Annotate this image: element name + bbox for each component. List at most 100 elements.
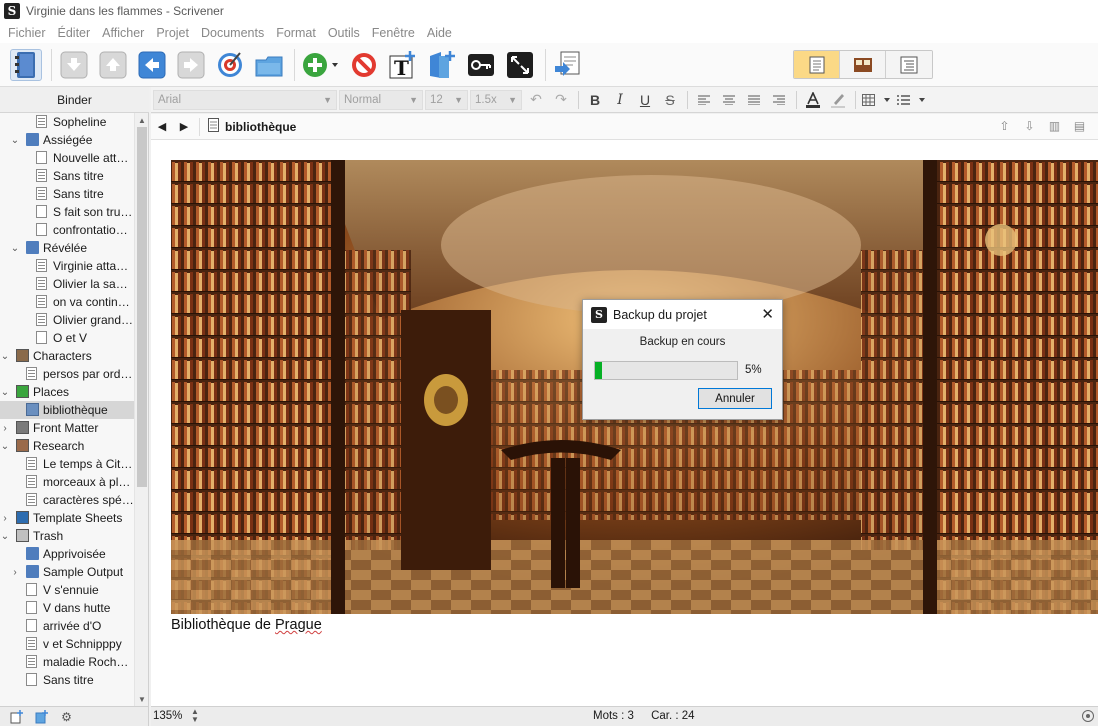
binder-item[interactable]: ⌄ Assiégée <box>0 131 134 149</box>
undo-button[interactable]: ↶ <box>524 90 548 110</box>
binder-item[interactable]: on va continue... <box>0 293 134 311</box>
chevron-down-icon[interactable]: ⌄ <box>10 135 20 146</box>
new-folder-button[interactable] <box>426 49 458 81</box>
zoom-level[interactable]: 135% <box>153 710 182 722</box>
binder-item[interactable]: ⌄ Trash <box>0 527 134 545</box>
document-view-button[interactable] <box>794 51 840 78</box>
menu-format[interactable]: Format <box>270 26 322 40</box>
binder-scrollbar[interactable]: ▲ ▼ <box>134 113 148 706</box>
binder-item[interactable]: Le temps à Citara <box>0 455 134 473</box>
bold-button[interactable]: B <box>583 90 607 110</box>
redo-button[interactable]: ↷ <box>549 90 573 110</box>
font-size-select[interactable]: 12 ▼ <box>425 89 468 110</box>
close-icon[interactable]: ✕ <box>761 305 774 323</box>
scroll-up-icon[interactable]: ▲ <box>135 113 148 127</box>
menu-aide[interactable]: Aide <box>421 26 458 40</box>
line-spacing-select[interactable]: 1.5x ▼ <box>470 89 522 110</box>
previous-document-icon[interactable]: ⇧ <box>992 119 1017 133</box>
binder-item[interactable]: Apprivoisée <box>0 545 134 563</box>
menu-afficher[interactable]: Afficher <box>96 26 150 40</box>
new-text-button[interactable]: T <box>387 49 419 81</box>
binder-item[interactable]: Nouvelle attaq... <box>0 149 134 167</box>
binder-item[interactable]: Sans titre <box>0 185 134 203</box>
add-folder-icon[interactable] <box>29 709 54 725</box>
binder-item[interactable]: ⌄ Révélée <box>0 239 134 257</box>
binder-item[interactable]: O et V <box>0 329 134 347</box>
table-button[interactable] <box>860 90 894 110</box>
align-left-button[interactable] <box>692 90 716 110</box>
binder-item[interactable]: morceaux à plac... <box>0 473 134 491</box>
document-target-icon[interactable] <box>1082 710 1094 722</box>
binder-item[interactable]: Virginie attaquée <box>0 257 134 275</box>
binder-toggle-button[interactable] <box>10 48 42 81</box>
corkboard-view-button[interactable] <box>840 51 886 78</box>
delete-button[interactable] <box>348 49 380 81</box>
project-targets-button[interactable] <box>214 49 246 81</box>
binder-item[interactable]: ⌄ Research <box>0 437 134 455</box>
move-left-button[interactable] <box>136 49 168 81</box>
chevron-right-icon[interactable]: › <box>0 513 10 524</box>
binder-item[interactable]: S fait son truc ... <box>0 203 134 221</box>
editor-area[interactable]: Bibliothèque de Prague <box>151 140 1098 706</box>
binder-item[interactable]: confrontation ... <box>0 221 134 239</box>
binder-item[interactable]: ⌄ Characters <box>0 347 134 365</box>
split-vertical-icon[interactable]: ▥ <box>1042 119 1067 133</box>
binder-item[interactable]: V dans hutte <box>0 599 134 617</box>
binder-item[interactable]: › Template Sheets <box>0 509 134 527</box>
settings-gear-icon[interactable]: ⚙ <box>54 709 79 725</box>
binder-item[interactable]: › Sample Output <box>0 563 134 581</box>
binder-item[interactable]: maladie Rochela... <box>0 653 134 671</box>
italic-button[interactable]: I <box>608 90 632 110</box>
underline-button[interactable]: U <box>633 90 657 110</box>
chevron-right-icon[interactable]: › <box>0 423 10 434</box>
binder-item[interactable]: arrivée d'O <box>0 617 134 635</box>
scrollbar-thumb[interactable] <box>137 127 147 487</box>
binder-item[interactable]: Olivier la sauve <box>0 275 134 293</box>
binder-item[interactable]: persos par ordre... <box>0 365 134 383</box>
align-right-button[interactable] <box>767 90 791 110</box>
outline-view-button[interactable] <box>886 51 932 78</box>
menu-documents[interactable]: Documents <box>195 26 270 40</box>
menu-fichier[interactable]: Fichier <box>2 26 52 40</box>
forward-arrow-icon[interactable]: ▶ <box>173 120 195 133</box>
move-right-button[interactable] <box>175 49 207 81</box>
menu-outils[interactable]: Outils <box>322 26 366 40</box>
inspector-button[interactable] <box>253 49 285 81</box>
add-button[interactable] <box>301 49 341 81</box>
highlight-button[interactable] <box>826 90 850 110</box>
keywords-button[interactable] <box>465 49 497 81</box>
document-icon[interactable] <box>208 118 219 135</box>
binder-item[interactable]: Sans titre <box>0 167 134 185</box>
binder-item[interactable]: Olivier grand D... <box>0 311 134 329</box>
chevron-down-icon[interactable]: ⌄ <box>10 243 20 254</box>
binder-item[interactable]: caractères spéci... <box>0 491 134 509</box>
list-button[interactable] <box>895 90 929 110</box>
binder-item[interactable]: V s'ennuie <box>0 581 134 599</box>
binder-item[interactable]: bibliothèque <box>0 401 134 419</box>
binder-item[interactable]: Sans titre <box>0 671 134 689</box>
style-select[interactable]: Normal ▼ <box>339 89 423 110</box>
split-horizontal-icon[interactable]: ▤ <box>1067 119 1092 133</box>
menu-fenetre[interactable]: Fenêtre <box>366 26 421 40</box>
strikethrough-button[interactable]: S <box>658 90 682 110</box>
chevron-down-icon[interactable]: ⌄ <box>0 387 10 398</box>
chevron-down-icon[interactable]: ⌄ <box>0 351 10 362</box>
next-document-icon[interactable]: ⇩ <box>1017 119 1042 133</box>
binder-item[interactable]: v et Schnipppy <box>0 635 134 653</box>
back-arrow-icon[interactable]: ◀ <box>151 120 173 133</box>
chevron-down-icon[interactable]: ⌄ <box>0 531 10 542</box>
align-justify-button[interactable] <box>742 90 766 110</box>
move-up-button[interactable] <box>97 49 129 81</box>
binder-item[interactable]: Sopheline <box>0 113 134 131</box>
binder-item[interactable]: › Front Matter <box>0 419 134 437</box>
cancel-button[interactable]: Annuler <box>698 388 772 409</box>
chevron-right-icon[interactable]: › <box>10 567 20 578</box>
scroll-down-icon[interactable]: ▼ <box>135 692 148 706</box>
binder-item[interactable]: ⌄ Places <box>0 383 134 401</box>
compile-button[interactable] <box>552 49 584 81</box>
font-select[interactable]: Arial ▼ <box>153 89 337 110</box>
move-down-button[interactable] <box>58 49 90 81</box>
fullscreen-button[interactable] <box>504 49 536 81</box>
chevron-down-icon[interactable]: ⌄ <box>0 441 10 452</box>
align-center-button[interactable] <box>717 90 741 110</box>
